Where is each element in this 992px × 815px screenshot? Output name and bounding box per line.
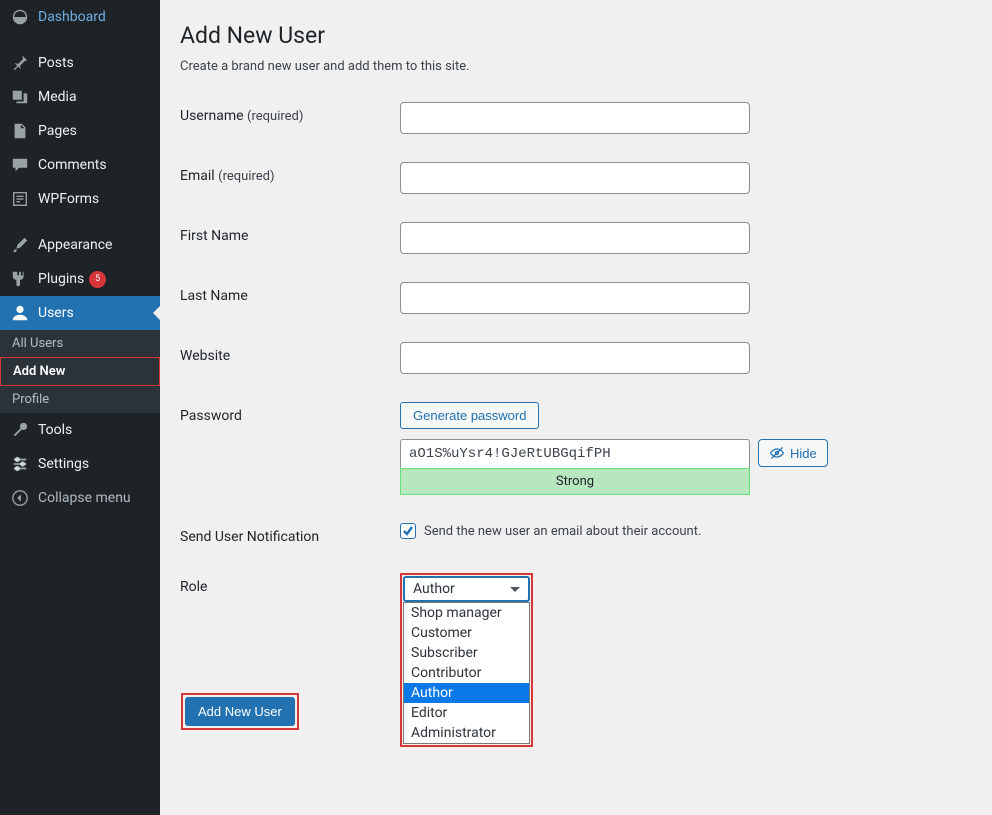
page-icon — [10, 121, 30, 141]
email-input[interactable] — [400, 162, 750, 194]
eye-slash-icon — [769, 445, 785, 461]
hide-password-button[interactable]: Hide — [758, 439, 828, 467]
role-option[interactable]: Subscriber — [404, 643, 529, 663]
form-icon — [10, 189, 30, 209]
row-last-name: Last Name — [180, 282, 972, 314]
sidebar-item-label: Settings — [38, 456, 89, 472]
password-label: Password — [180, 402, 400, 424]
notification-text: Send the new user an email about their a… — [424, 524, 701, 539]
sidebar-item-dashboard[interactable]: Dashboard — [0, 0, 160, 34]
dashboard-icon — [10, 7, 30, 27]
media-icon — [10, 87, 30, 107]
comment-icon — [10, 155, 30, 175]
sidebar-item-comments[interactable]: Comments — [0, 148, 160, 182]
sliders-icon — [10, 454, 30, 474]
page-description: Create a brand new user and add them to … — [180, 59, 972, 74]
username-label: Username (required) — [180, 102, 400, 124]
collapse-icon — [10, 488, 30, 508]
pin-icon — [10, 53, 30, 73]
sidebar-item-tools[interactable]: Tools — [0, 413, 160, 447]
row-password-value: aO1S%uYsr4!GJeRtUBGqifPH Strong Hide — [180, 439, 972, 495]
sidebar-item-label: Posts — [38, 55, 74, 71]
role-option[interactable]: Administrator — [404, 723, 529, 743]
role-option[interactable]: Customer — [404, 623, 529, 643]
sidebar-item-media[interactable]: Media — [0, 80, 160, 114]
submenu-item-profile[interactable]: Profile — [0, 386, 160, 413]
role-option[interactable]: Author — [404, 683, 529, 703]
row-website: Website — [180, 342, 972, 374]
username-input[interactable] — [400, 102, 750, 134]
first-name-input[interactable] — [400, 222, 750, 254]
notification-label: Send User Notification — [180, 523, 400, 545]
submenu-item-all-users[interactable]: All Users — [0, 330, 160, 357]
admin-sidebar: Dashboard Posts Media Pages Comments WPF… — [0, 0, 160, 815]
user-icon — [10, 303, 30, 323]
sidebar-item-wpforms[interactable]: WPForms — [0, 182, 160, 216]
generate-password-button[interactable]: Generate password — [400, 402, 539, 429]
sidebar-item-label: Pages — [38, 123, 77, 139]
website-input[interactable] — [400, 342, 750, 374]
sidebar-item-label: WPForms — [38, 191, 99, 207]
row-username: Username (required) — [180, 102, 972, 134]
page-title: Add New User — [180, 12, 972, 49]
role-option[interactable]: Shop manager — [404, 603, 529, 623]
row-password: Password Generate password — [180, 402, 972, 429]
sidebar-item-plugins[interactable]: Plugins 5 — [0, 262, 160, 296]
sidebar-item-label: Plugins — [38, 271, 84, 287]
sidebar-item-label: Tools — [38, 422, 72, 438]
password-input[interactable]: aO1S%uYsr4!GJeRtUBGqifPH — [400, 439, 750, 468]
sidebar-item-posts[interactable]: Posts — [0, 46, 160, 80]
sidebar-item-label: Dashboard — [38, 9, 106, 25]
sidebar-item-label: Appearance — [38, 237, 112, 253]
sidebar-item-label: Collapse menu — [38, 490, 131, 506]
brush-icon — [10, 235, 30, 255]
row-first-name: First Name — [180, 222, 972, 254]
email-label: Email (required) — [180, 162, 400, 184]
role-option[interactable]: Contributor — [404, 663, 529, 683]
submenu-item-add-new[interactable]: Add New — [0, 357, 160, 386]
role-highlight-box: Author Shop manager Customer Subscriber … — [400, 573, 533, 747]
sidebar-item-pages[interactable]: Pages — [0, 114, 160, 148]
submit-highlight-box: Add New User — [181, 693, 299, 730]
row-notification: Send User Notification Send the new user… — [180, 523, 972, 545]
main-content: Add New User Create a brand new user and… — [160, 0, 992, 815]
password-strength: Strong — [400, 468, 750, 495]
add-new-user-button[interactable]: Add New User — [185, 697, 295, 726]
role-dropdown: Shop manager Customer Subscriber Contrib… — [403, 602, 530, 744]
wrench-icon — [10, 420, 30, 440]
update-badge: 5 — [89, 271, 106, 288]
role-select[interactable]: Author — [403, 576, 530, 602]
plug-icon — [10, 269, 30, 289]
sidebar-item-label: Comments — [38, 157, 107, 173]
sidebar-item-settings[interactable]: Settings — [0, 447, 160, 481]
website-label: Website — [180, 342, 400, 364]
role-option[interactable]: Editor — [404, 703, 529, 723]
users-submenu: All Users Add New Profile — [0, 330, 160, 413]
row-email: Email (required) — [180, 162, 972, 194]
role-label: Role — [180, 573, 400, 595]
last-name-input[interactable] — [400, 282, 750, 314]
sidebar-collapse[interactable]: Collapse menu — [0, 481, 160, 515]
sidebar-item-appearance[interactable]: Appearance — [0, 228, 160, 262]
sidebar-item-label: Users — [38, 305, 74, 321]
notification-checkbox[interactable] — [400, 523, 416, 539]
first-name-label: First Name — [180, 222, 400, 244]
sidebar-item-users[interactable]: Users — [0, 296, 160, 330]
last-name-label: Last Name — [180, 282, 400, 304]
sidebar-item-label: Media — [38, 89, 77, 105]
